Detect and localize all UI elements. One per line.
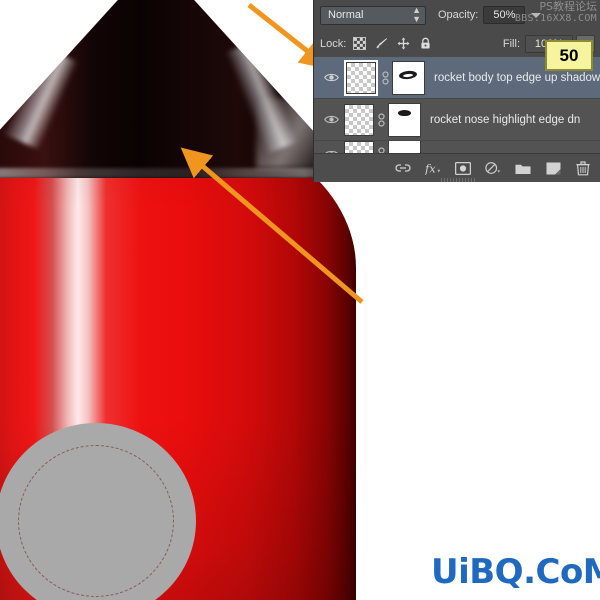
- nose-highlight-left: [2, 45, 79, 150]
- layers-panel-footer: fx: [314, 153, 600, 182]
- panel-watermark-line1: PS教程论坛: [539, 0, 597, 13]
- blend-mode-value: Normal: [328, 9, 364, 21]
- layer-mask-link-icon[interactable]: [378, 70, 392, 86]
- brush-icon[interactable]: [375, 37, 388, 50]
- mask-shape: [398, 109, 411, 116]
- layer-list[interactable]: rocket body top edge up shadow rocket no…: [314, 57, 600, 154]
- layers-panel[interactable]: Normal ▲ ▼ Opacity: 50% PS教程论坛 BBS.16XX8.…: [313, 0, 600, 182]
- rocket-nose-highlight-edge-dn: [0, 168, 350, 178]
- opacity-value[interactable]: 50%: [483, 6, 526, 24]
- layer-mask-thumbnail[interactable]: [388, 102, 421, 137]
- chevron-down-icon[interactable]: [531, 12, 542, 18]
- new-layer-icon[interactable]: [545, 160, 561, 176]
- blend-opacity-row: Normal ▲ ▼ Opacity: 50% PS教程论坛 BBS.16XX8.…: [314, 0, 600, 30]
- link-layers-icon[interactable]: [395, 160, 411, 176]
- opacity-label: Opacity:: [438, 9, 479, 21]
- layer-visibility-eye-icon[interactable]: [318, 114, 344, 125]
- table-row[interactable]: rocket nose highlight edge dn: [314, 99, 600, 141]
- new-group-icon[interactable]: [515, 160, 531, 176]
- lock-label: Lock:: [320, 37, 347, 50]
- updown-spinner-icon[interactable]: ▲ ▼: [412, 6, 421, 24]
- transparent-pixels-icon[interactable]: [353, 37, 367, 50]
- panel-watermark-line2: BBS.16XX8.COM: [514, 13, 597, 24]
- rocket-body: [0, 118, 356, 600]
- opacity-callout-value: 50: [559, 45, 579, 65]
- layer-visibility-eye-icon[interactable]: [318, 72, 344, 83]
- porthole-dashed-ring: [18, 445, 174, 597]
- screenshot-canvas: Normal ▲ ▼ Opacity: 50% PS教程论坛 BBS.16XX8.…: [0, 0, 600, 600]
- layer-style-fx-icon[interactable]: fx: [425, 160, 441, 176]
- svg-text:fx: fx: [425, 161, 436, 175]
- lock-icon[interactable]: [419, 37, 432, 50]
- opacity-callout-badge: 50: [545, 40, 593, 71]
- site-watermark: UiBQ.CoM: [431, 552, 600, 592]
- panel-resize-grip[interactable]: [440, 178, 475, 182]
- mask-shape: [398, 69, 418, 80]
- layer-mask-link-icon[interactable]: [374, 112, 388, 128]
- lock-icon-group: [353, 37, 432, 50]
- rocket-nose-highlights: [0, 0, 356, 178]
- blend-mode-select[interactable]: Normal ▲ ▼: [320, 5, 426, 25]
- adjustment-layer-icon[interactable]: [485, 160, 501, 176]
- layer-thumbnail[interactable]: [344, 59, 378, 96]
- add-layer-mask-icon[interactable]: [455, 160, 471, 176]
- layer-name: rocket nose highlight edge dn: [430, 113, 581, 126]
- fill-label: Fill:: [502, 37, 520, 50]
- panel-watermark: PS教程论坛 BBS.16XX8.COM: [515, 1, 597, 25]
- layer-thumbnail[interactable]: [344, 103, 374, 136]
- move-icon[interactable]: [397, 37, 410, 50]
- layer-name: rocket body top edge up shadow: [434, 71, 600, 84]
- delete-layer-icon[interactable]: [575, 160, 591, 176]
- layer-mask-thumbnail[interactable]: [392, 60, 425, 95]
